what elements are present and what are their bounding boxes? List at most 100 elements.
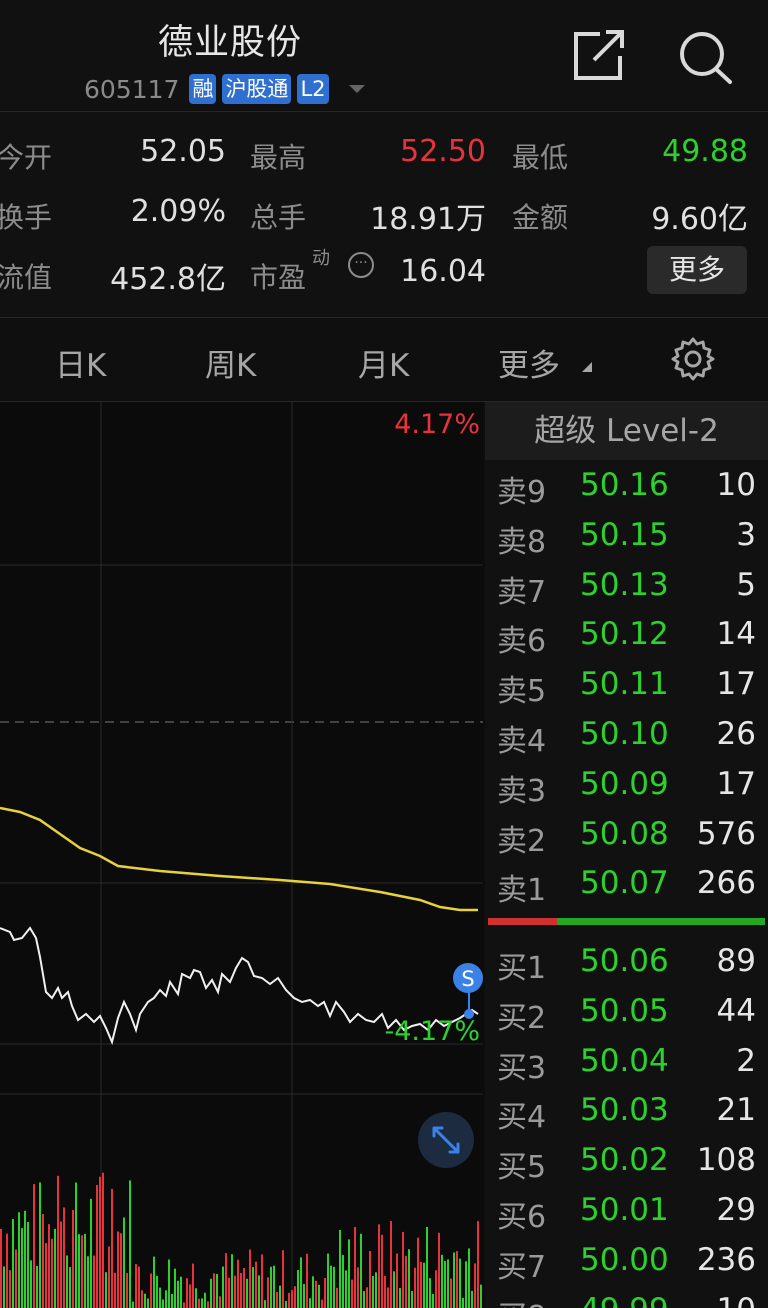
volume-bar (144, 1293, 146, 1308)
volume-bar (351, 1279, 353, 1308)
volume-bar (126, 1272, 128, 1308)
low-value: 49.88 (662, 134, 748, 169)
ask-row[interactable]: 卖5 50.11 17 (485, 658, 768, 709)
bid-row[interactable]: 买3 50.04 2 (485, 1035, 768, 1086)
volume-bar (297, 1270, 299, 1308)
bid-price: 49.99 (580, 1292, 669, 1308)
pe-value: 16.04 (400, 254, 486, 289)
search-icon[interactable] (676, 30, 734, 86)
tab-daily-k[interactable]: 日K (55, 340, 106, 385)
volume-bar (57, 1175, 59, 1308)
chevron-down-icon[interactable] (348, 85, 365, 93)
volume-bar (228, 1277, 230, 1308)
volume-bar (216, 1273, 218, 1308)
caret-icon (582, 362, 592, 372)
bid-row[interactable]: 买4 50.03 21 (485, 1084, 768, 1136)
bid-row[interactable]: 买7 50.00 236 (485, 1234, 768, 1285)
ask-row[interactable]: 卖8 50.15 3 (485, 509, 768, 560)
volume-bar (279, 1285, 281, 1308)
volume-bar (318, 1284, 320, 1308)
volume-bar (315, 1280, 317, 1308)
volume-bar (471, 1290, 473, 1308)
volume-bar (150, 1273, 152, 1308)
bid-row[interactable]: 买1 50.06 89 (485, 935, 768, 986)
bid-level-label: 买7 (497, 1249, 547, 1285)
volume-bar (78, 1234, 80, 1308)
info-icon[interactable]: ··· (348, 252, 374, 278)
ask-price: 50.12 (580, 616, 669, 653)
ask-row[interactable]: 卖7 50.13 5 (485, 559, 768, 610)
volume-bar (249, 1249, 251, 1308)
volume-bar (294, 1286, 296, 1308)
sell-signal-marker[interactable]: S (453, 963, 483, 1019)
open-value: 52.05 (140, 134, 226, 169)
volume-bar (30, 1260, 32, 1308)
volume-bar (132, 1301, 134, 1308)
pe-dynamic-sup: 动 (312, 248, 330, 269)
expand-chart-button[interactable] (418, 1112, 474, 1168)
volume-bar (198, 1298, 200, 1308)
volume-bar (345, 1270, 347, 1308)
more-stats-button[interactable]: 更多 (647, 246, 747, 294)
volume-bar (99, 1176, 101, 1308)
volume-bar (255, 1261, 257, 1308)
volume-bar (324, 1277, 326, 1308)
ask-price: 50.15 (580, 516, 669, 553)
volume-bar (453, 1252, 455, 1308)
volume-bar (165, 1290, 167, 1308)
volume-bar (0, 1228, 2, 1308)
stock-name: 德业股份 (158, 23, 303, 63)
gear-icon[interactable] (670, 336, 716, 382)
volume-bar (252, 1267, 254, 1308)
volume-bar (411, 1291, 413, 1308)
volume-bar (84, 1233, 86, 1308)
ask-volume: 17 (716, 765, 756, 802)
volume-bar (129, 1180, 131, 1308)
ask-row[interactable]: 卖3 50.09 17 (485, 758, 768, 809)
volume-bar (339, 1229, 341, 1308)
ask-volume: 26 (716, 716, 756, 752)
share-icon[interactable] (570, 28, 628, 84)
volume-bar (270, 1266, 272, 1308)
ask-row[interactable]: 卖4 50.10 26 (485, 708, 768, 759)
ask-volume: 266 (696, 865, 756, 902)
lower-pct-label: -4.17% (384, 1016, 480, 1047)
bid-row[interactable]: 买8 49.99 10 (485, 1284, 768, 1308)
volume-bar (213, 1273, 215, 1308)
ask-level-label: 卖2 (497, 823, 547, 859)
volume-bar (222, 1266, 224, 1308)
volume-bar (210, 1278, 212, 1308)
tab-monthly-k[interactable]: 月K (358, 340, 409, 385)
ask-price: 50.11 (580, 666, 669, 703)
volume-bar (231, 1254, 233, 1308)
bid-volume: 108 (696, 1142, 756, 1179)
bid-row[interactable]: 买6 50.01 29 (485, 1184, 768, 1235)
ask-level-label: 卖9 (497, 475, 547, 510)
volume-bar (240, 1273, 242, 1308)
intraday-chart[interactable]: S 4.17% -4.17% (0, 402, 483, 1308)
stock-code-row[interactable]: 605117 融 沪股通 L2 (84, 72, 365, 106)
tab-weekly-k[interactable]: 周K (205, 340, 256, 385)
ask-row[interactable]: 卖2 50.08 576 (485, 808, 768, 859)
tab-more[interactable]: 更多 (498, 340, 560, 385)
open-label: 今开 (0, 141, 53, 174)
bid-row[interactable]: 买2 50.05 44 (485, 985, 768, 1036)
volume-bar (333, 1266, 335, 1308)
volume-bar (189, 1284, 191, 1308)
volume-bar (180, 1276, 182, 1308)
ask-row[interactable]: 卖1 50.07 266 (485, 857, 768, 908)
level2-order-book: 超级 Level-2 卖9 50.16 10 卖8 50.15 3 卖7 50.13 5 卖6 50… (485, 402, 768, 1308)
volume-bar (186, 1278, 188, 1308)
volume-bar (468, 1248, 470, 1308)
bid-level-label: 买4 (497, 1100, 547, 1136)
bid-price: 50.01 (580, 1192, 669, 1228)
ask-volume: 17 (716, 666, 756, 703)
bid-row[interactable]: 买5 50.02 108 (485, 1134, 768, 1185)
volume-bar (291, 1290, 293, 1308)
ask-row[interactable]: 卖6 50.12 14 (485, 608, 768, 659)
volume-bar (375, 1272, 377, 1308)
ask-row[interactable]: 卖9 50.16 10 (485, 459, 768, 510)
volume-bar (6, 1233, 8, 1308)
float-cap-label: 流值 (0, 261, 53, 294)
bid-price: 50.03 (580, 1092, 669, 1129)
